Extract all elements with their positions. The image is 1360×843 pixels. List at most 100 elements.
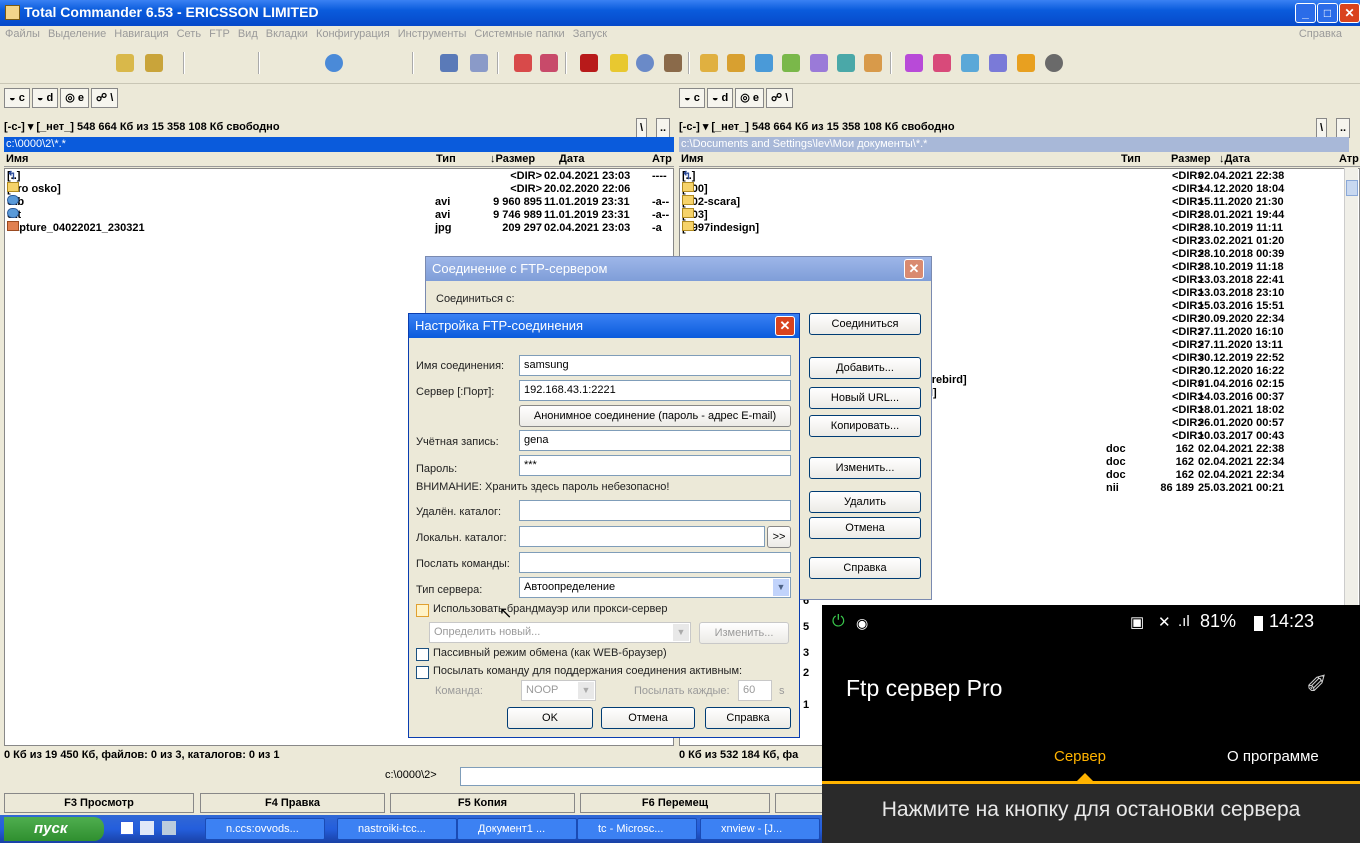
drive-e-button[interactable]: ◎ e	[60, 88, 90, 108]
col-name-right[interactable]: Имя	[681, 153, 703, 165]
menu-item[interactable]: Навигация	[114, 28, 168, 40]
tab-server[interactable]: Сервер	[1054, 748, 1106, 765]
parent-button[interactable]: ..	[656, 118, 671, 138]
firewall-label[interactable]: Использовать брандмауэр или прокси-серве…	[433, 603, 668, 615]
col-type[interactable]: Тип	[436, 153, 456, 165]
taskbar-item[interactable]: n.ccs:ovvods...	[205, 818, 325, 840]
root-button[interactable]: \	[636, 118, 648, 138]
root-button-right[interactable]: \	[1316, 118, 1328, 138]
col-name[interactable]: Имя	[6, 153, 28, 165]
ftp-connect-close-icon[interactable]: ✕	[904, 259, 924, 279]
drive-c-button-right[interactable]: ◒ c	[679, 88, 705, 108]
f5-copy-button[interactable]: F5 Копия	[390, 793, 575, 813]
tool-6-icon[interactable]	[837, 54, 855, 72]
col-size-right[interactable]: Размер	[1171, 153, 1211, 165]
chevron-down-icon[interactable]: ▼	[773, 579, 789, 596]
cancel-button[interactable]: Отмена	[809, 517, 921, 539]
menu-item[interactable]: Сеть	[177, 28, 201, 40]
browse-button[interactable]: >>	[767, 526, 791, 548]
drive-c-button[interactable]: ◒ c	[4, 88, 30, 108]
search-icon[interactable]	[636, 54, 654, 72]
drive-e-button-right[interactable]: ◎ e	[735, 88, 765, 108]
tool-5-icon[interactable]	[810, 54, 828, 72]
delete-button[interactable]: Удалить	[809, 491, 921, 513]
wrench-icon[interactable]: ✐	[1306, 669, 1328, 700]
unpack-icon[interactable]	[470, 54, 488, 72]
ftp-setup-close-icon[interactable]: ✕	[775, 316, 795, 336]
taskbar-item[interactable]: xnview - [J...	[700, 818, 820, 840]
full-view-icon[interactable]	[145, 54, 163, 72]
start-button[interactable]: пуск	[4, 817, 104, 841]
keepalive-label[interactable]: Посылать команду для поддержания соедине…	[433, 665, 742, 677]
ok-button[interactable]: OK	[507, 707, 593, 729]
tab-about[interactable]: О программе	[1227, 748, 1319, 765]
minimize-button[interactable]: _	[1295, 3, 1316, 23]
drive-network-button[interactable]: ☍ \	[91, 88, 119, 108]
server-input[interactable]: 192.168.43.1:2221	[519, 380, 791, 401]
network-icon[interactable]	[580, 54, 598, 72]
favorites-icon[interactable]	[610, 54, 628, 72]
close-button[interactable]: ✕	[1339, 3, 1360, 23]
tool-1-icon[interactable]	[700, 54, 718, 72]
passive-label[interactable]: Пассивный режим обмена (как WEB-браузер)	[433, 647, 667, 659]
copy-button[interactable]: Копировать...	[809, 415, 921, 437]
tool-8-icon[interactable]	[905, 54, 923, 72]
menu-item[interactable]: FTP	[209, 28, 230, 40]
col-date[interactable]: Дата	[559, 153, 584, 165]
tool-3-icon[interactable]	[755, 54, 773, 72]
taskbar-item[interactable]: Документ1 ...	[457, 818, 577, 840]
add-button[interactable]: Добавить...	[809, 357, 921, 379]
menu-item[interactable]: Инструменты	[398, 28, 467, 40]
edit-button[interactable]: Изменить...	[809, 457, 921, 479]
keepalive-checkbox[interactable]	[416, 666, 429, 679]
menu-item[interactable]: Системные папки	[474, 28, 564, 40]
password-input[interactable]: ***	[519, 455, 791, 476]
connect-button[interactable]: Соединиться	[809, 313, 921, 335]
menu-item[interactable]: Файлы	[5, 28, 40, 40]
f3-view-button[interactable]: F3 Просмотр	[4, 793, 194, 813]
change-proxy-button[interactable]: Изменить...	[699, 622, 789, 644]
f7-button[interactable]	[775, 793, 825, 813]
server-type-select[interactable]: Автоопределение ▼	[519, 577, 791, 598]
col-size[interactable]: ↓Размер	[490, 153, 535, 165]
multi-rename-icon[interactable]	[664, 54, 682, 72]
col-type-right[interactable]: Тип	[1121, 153, 1141, 165]
connection-name-input[interactable]: samsung	[519, 355, 791, 376]
f4-edit-button[interactable]: F4 Правка	[200, 793, 385, 813]
drive-d-button[interactable]: ◒ d	[31, 88, 59, 108]
tool-7-icon[interactable]	[864, 54, 882, 72]
f6-move-button[interactable]: F6 Перемещ	[580, 793, 770, 813]
anonymous-button[interactable]: Анонимное соединение (пароль - адрес E-m…	[519, 405, 791, 427]
setup-help-button[interactable]: Справка	[705, 707, 791, 729]
tool-2-icon[interactable]	[727, 54, 745, 72]
setup-cancel-button[interactable]: Отмена	[601, 707, 695, 729]
passive-checkbox[interactable]	[416, 648, 429, 661]
desktop-quicklaunch-icon[interactable]	[140, 821, 154, 835]
commands-input[interactable]	[519, 552, 791, 573]
ftp-disconnect-icon[interactable]	[540, 54, 558, 72]
pack-icon[interactable]	[440, 54, 458, 72]
col-date-right[interactable]: ↓Дата	[1219, 153, 1250, 165]
table-row[interactable]: capture_04022021_230321 jpg 209 297 02.04.2…	[7, 221, 671, 236]
tool-10-icon[interactable]	[961, 54, 979, 72]
taskbar-item[interactable]: tc - Microsc...	[577, 818, 697, 840]
menu-item[interactable]: Вид	[238, 28, 258, 40]
interval-input[interactable]: 60	[738, 680, 772, 701]
left-path-bar[interactable]: c:\0000\2\*.*	[4, 137, 674, 152]
word-quicklaunch-icon[interactable]	[120, 821, 134, 835]
firewall-checkbox[interactable]	[416, 604, 429, 617]
command-select[interactable]: NOOP ▼	[521, 680, 596, 701]
account-input[interactable]: gena	[519, 430, 791, 451]
menu-item[interactable]: Выделение	[48, 28, 106, 40]
tool-11-icon[interactable]	[989, 54, 1007, 72]
right-path-bar[interactable]: c:\Documents and Settings\lev\Мои докуме…	[679, 137, 1349, 152]
define-new-select[interactable]: Определить новый... ▼	[429, 622, 691, 643]
col-attr-right[interactable]: Атр	[1339, 153, 1359, 165]
menu-item[interactable]: Вкладки	[266, 28, 308, 40]
maximize-button[interactable]: □	[1317, 3, 1338, 23]
tool-9-icon[interactable]	[933, 54, 951, 72]
brief-view-icon[interactable]	[116, 54, 134, 72]
app-quicklaunch-icon[interactable]	[162, 821, 176, 835]
col-attr[interactable]: Атр	[652, 153, 672, 165]
remote-dir-input[interactable]	[519, 500, 791, 521]
